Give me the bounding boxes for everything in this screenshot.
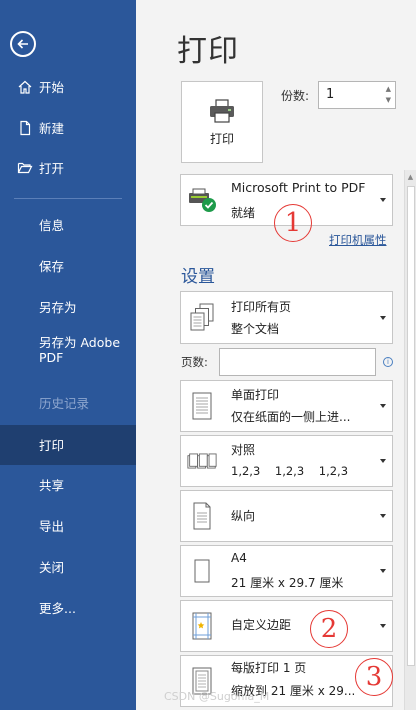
- setting-line2: 整个文档: [231, 322, 280, 336]
- setting-line2: 21 厘米 x 29.7 厘米: [231, 576, 344, 590]
- sidebar-item-open[interactable]: 打开: [0, 148, 136, 188]
- single-sided-icon: [187, 390, 217, 422]
- annotation-circle-2: 2: [310, 610, 348, 648]
- back-arrow-icon[interactable]: [10, 31, 36, 57]
- sidebar-item-label: 开始: [39, 79, 65, 95]
- print-button-label: 打印: [209, 131, 234, 146]
- copies-stepper[interactable]: 1 ▲ ▼: [318, 81, 396, 109]
- print-button[interactable]: 打印: [181, 81, 263, 163]
- chevron-down-icon: [380, 514, 386, 518]
- backstage-sidebar: 开始 新建 打开 信息 保存 另存为 另存为 Adobe PDF 历史记录 打印…: [0, 0, 136, 710]
- sidebar-item-label: 新建: [39, 120, 65, 136]
- chevron-down-icon: [380, 404, 386, 408]
- setting-line2: 1,2,3 1,2,3 1,2,3: [231, 464, 349, 478]
- sides-dropdown[interactable]: 单面打印 仅在纸面的一侧上进...: [180, 380, 393, 432]
- print-range-dropdown[interactable]: 打印所有页 整个文档: [180, 291, 393, 344]
- sidebar-item-label: 导出: [39, 518, 65, 534]
- watermark: CSDN @Sugonia_M: [164, 690, 270, 703]
- sidebar-item-label: 打开: [39, 160, 65, 176]
- portrait-orientation-icon: [187, 500, 217, 532]
- setting-line1: 打印所有页: [231, 300, 292, 314]
- copies-value: 1: [326, 87, 335, 102]
- sidebar-item-close[interactable]: 关闭: [0, 547, 136, 587]
- sidebar-item-label: 信息: [39, 217, 65, 233]
- scrollbar-thumb[interactable]: [407, 186, 415, 666]
- sidebar-item-share[interactable]: 共享: [0, 465, 136, 505]
- settings-heading: 设置: [181, 267, 215, 287]
- paper-size-icon: [187, 555, 217, 587]
- spin-arrows-icon[interactable]: ▲ ▼: [386, 84, 391, 106]
- collation-dropdown[interactable]: 对照 1,2,3 1,2,3 1,2,3: [180, 435, 393, 487]
- chevron-down-icon: [380, 459, 386, 463]
- folder-open-icon: [17, 160, 33, 176]
- annotation-circle-3: 3: [355, 658, 393, 696]
- sidebar-item-label: 另存为 Adobe PDF: [39, 335, 121, 365]
- pages-label: 页数:: [181, 355, 208, 369]
- sidebar-item-label: 另存为: [39, 299, 77, 315]
- sidebar-item-save[interactable]: 保存: [0, 246, 136, 286]
- setting-line1: 对照: [231, 443, 256, 457]
- info-icon[interactable]: i: [383, 357, 393, 367]
- printer-status: 就绪: [231, 206, 256, 220]
- sidebar-item-info[interactable]: 信息: [0, 205, 136, 245]
- printer-properties-link[interactable]: 打印机属性: [329, 232, 387, 248]
- setting-line1: 纵向: [231, 509, 256, 523]
- sidebar-item-label: 打印: [39, 437, 65, 453]
- chevron-down-icon: [380, 315, 386, 320]
- sidebar-item-label: 共享: [39, 477, 65, 493]
- scroll-up-icon[interactable]: ▲: [405, 173, 416, 181]
- home-icon: [17, 79, 33, 95]
- printer-icon: [210, 98, 234, 123]
- print-pane: 打印 打印 份数: 1 ▲ ▼ Microsoft Print to PDF 就绪: [136, 0, 416, 710]
- scrollbar[interactable]: ▲: [404, 170, 416, 710]
- sidebar-item-save-as-adobe-pdf[interactable]: 另存为 Adobe PDF: [0, 335, 136, 379]
- chevron-down-icon: [380, 624, 386, 628]
- all-pages-icon: [187, 302, 217, 334]
- sidebar-item-export[interactable]: 导出: [0, 506, 136, 546]
- setting-line1: 单面打印: [231, 388, 280, 402]
- sidebar-item-label: 关闭: [39, 559, 65, 575]
- sidebar-divider: [14, 198, 122, 199]
- setting-line2: 仅在纸面的一侧上进...: [231, 410, 351, 424]
- sidebar-item-print[interactable]: 打印: [0, 425, 136, 465]
- new-document-icon: [17, 120, 33, 136]
- sidebar-item-label: 保存: [39, 258, 65, 274]
- pages-input[interactable]: [219, 348, 376, 376]
- printer-name: Microsoft Print to PDF: [231, 180, 366, 195]
- sidebar-item-label: 更多...: [39, 600, 76, 616]
- margins-dropdown[interactable]: 自定义边距: [180, 600, 393, 652]
- page-title: 打印: [177, 34, 239, 69]
- sidebar-item-more[interactable]: 更多...: [0, 588, 136, 628]
- chevron-down-icon: [380, 569, 386, 573]
- sidebar-item-label: 历史记录: [39, 395, 90, 411]
- sidebar-item-new[interactable]: 新建: [0, 108, 136, 148]
- sidebar-item-history: 历史记录: [0, 383, 136, 423]
- annotation-circle-1: 1: [274, 204, 312, 242]
- custom-margins-icon: [187, 610, 217, 642]
- setting-line1: A4: [231, 551, 247, 565]
- printer-ready-icon: [187, 184, 217, 216]
- sidebar-item-save-as[interactable]: 另存为: [0, 287, 136, 327]
- orientation-dropdown[interactable]: 纵向: [180, 490, 393, 542]
- collated-icon: [187, 445, 217, 477]
- setting-line1: 每版打印 1 页: [231, 661, 307, 675]
- chevron-down-icon: [380, 198, 386, 202]
- sidebar-item-home[interactable]: 开始: [0, 67, 136, 107]
- copies-label: 份数:: [281, 89, 310, 103]
- setting-line1: 自定义边距: [231, 618, 292, 632]
- paper-size-dropdown[interactable]: A4 21 厘米 x 29.7 厘米: [180, 545, 393, 597]
